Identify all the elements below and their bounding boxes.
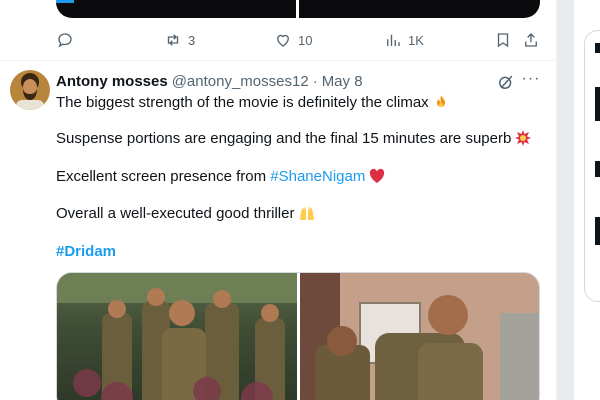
separator: · bbox=[312, 72, 318, 90]
reply-icon bbox=[58, 33, 72, 48]
hashtag-shanenigam[interactable]: #ShaneNigam bbox=[270, 168, 365, 185]
bookmark-button[interactable] bbox=[494, 28, 512, 52]
user-handle[interactable]: @antony_mosses12 bbox=[172, 73, 309, 90]
tweet-media[interactable] bbox=[56, 272, 540, 400]
red-heart-emoji bbox=[370, 168, 385, 183]
fire-emoji bbox=[436, 95, 445, 107]
share-button[interactable] bbox=[522, 28, 540, 52]
views-button[interactable]: 1K bbox=[384, 28, 424, 52]
tweet-text-climax: The biggest strength of the movie is def… bbox=[56, 94, 429, 111]
previous-tweet-actions: 3 10 1K bbox=[56, 28, 544, 52]
collision-emoji bbox=[515, 130, 532, 146]
avatar[interactable] bbox=[10, 70, 50, 110]
video-progress bbox=[56, 0, 74, 3]
tweet-header: Antony mosses @antony_mosses12 · May 8 bbox=[56, 71, 476, 91]
display-name[interactable]: Antony mosses bbox=[56, 73, 168, 90]
view-count: 1K bbox=[408, 32, 424, 48]
tweet-divider bbox=[0, 60, 556, 61]
views-icon bbox=[387, 34, 400, 46]
reply-button[interactable] bbox=[56, 28, 80, 52]
retweet-button[interactable]: 3 bbox=[164, 28, 195, 52]
tweet-date[interactable]: May 8 bbox=[322, 73, 363, 90]
grok-icon[interactable] bbox=[496, 72, 516, 92]
media-photo-left[interactable] bbox=[57, 273, 297, 400]
tweet-text-screen-presence: Excellent screen presence from bbox=[56, 168, 271, 185]
tweet-text-line-4: Overall a well-executed good thriller bbox=[56, 205, 316, 222]
right-sidebar bbox=[574, 0, 600, 400]
sidebar-card bbox=[584, 30, 600, 302]
share-icon bbox=[525, 33, 537, 47]
like-button[interactable]: 10 bbox=[274, 28, 312, 52]
like-count: 10 bbox=[298, 32, 313, 48]
like-icon bbox=[277, 34, 289, 47]
tweet-text-line-2: Suspense portions are engaging and the f… bbox=[56, 130, 532, 147]
tweet-text-overall: Overall a well-executed good thriller bbox=[56, 205, 295, 222]
timeline: 3 10 1K Antony mosses @antony_mosses12 ·… bbox=[0, 0, 557, 400]
hashtag-dridam[interactable]: #Dridam bbox=[56, 243, 116, 260]
raised-hands-emoji bbox=[300, 206, 315, 220]
retweet-icon bbox=[167, 34, 179, 46]
media-photo-right[interactable] bbox=[299, 0, 540, 18]
previous-tweet-media[interactable] bbox=[56, 0, 540, 18]
tweet-text-line-3: Excellent screen presence from #ShaneNig… bbox=[56, 168, 385, 185]
media-photo-left[interactable] bbox=[56, 0, 296, 18]
tweet-text-line-1: The biggest strength of the movie is def… bbox=[56, 94, 449, 111]
bookmark-icon bbox=[497, 33, 509, 48]
more-icon[interactable]: ··· bbox=[520, 71, 542, 92]
tweet-text-suspense: Suspense portions are engaging and the f… bbox=[56, 130, 512, 147]
retweet-count: 3 bbox=[188, 32, 196, 48]
media-photo-right[interactable] bbox=[300, 273, 539, 400]
